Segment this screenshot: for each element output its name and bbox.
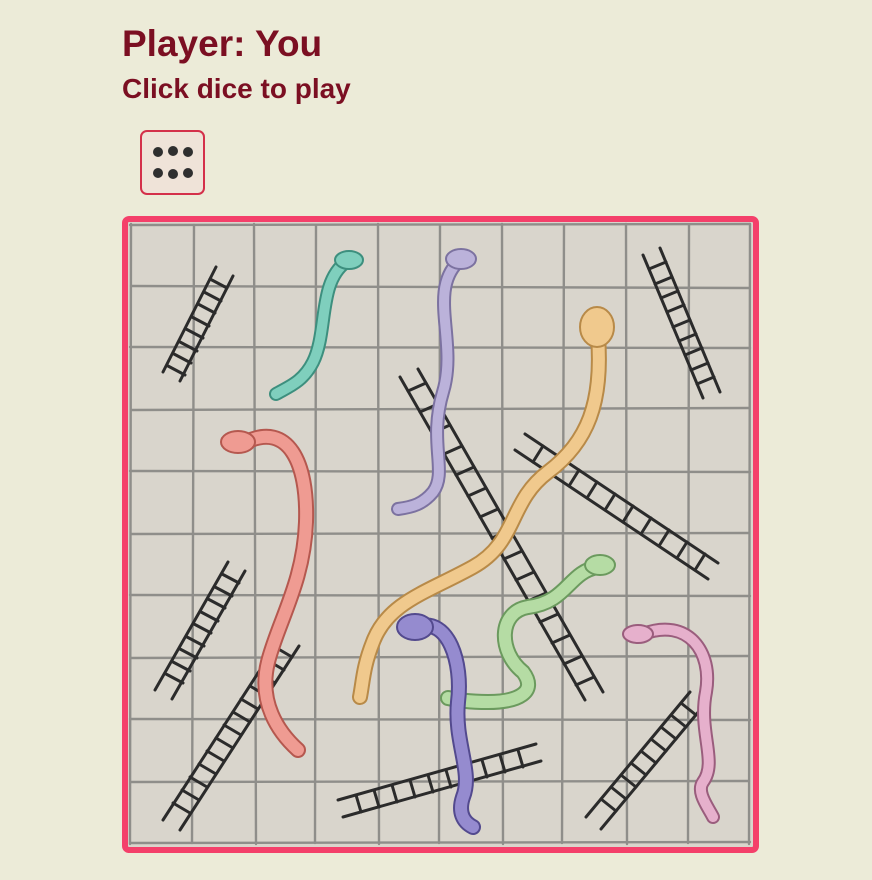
instruction-text: Click dice to play <box>122 73 351 104</box>
snake <box>269 250 364 401</box>
board-illustration <box>128 222 752 846</box>
dice-six-icon <box>153 146 193 179</box>
ladder <box>153 560 247 701</box>
dice-button[interactable] <box>140 130 205 195</box>
ladder <box>161 265 235 383</box>
ladders <box>153 246 722 832</box>
game-board[interactable] <box>122 216 759 853</box>
snakes <box>220 248 720 835</box>
ladder <box>641 246 722 400</box>
player-title: Player: You <box>122 23 323 64</box>
